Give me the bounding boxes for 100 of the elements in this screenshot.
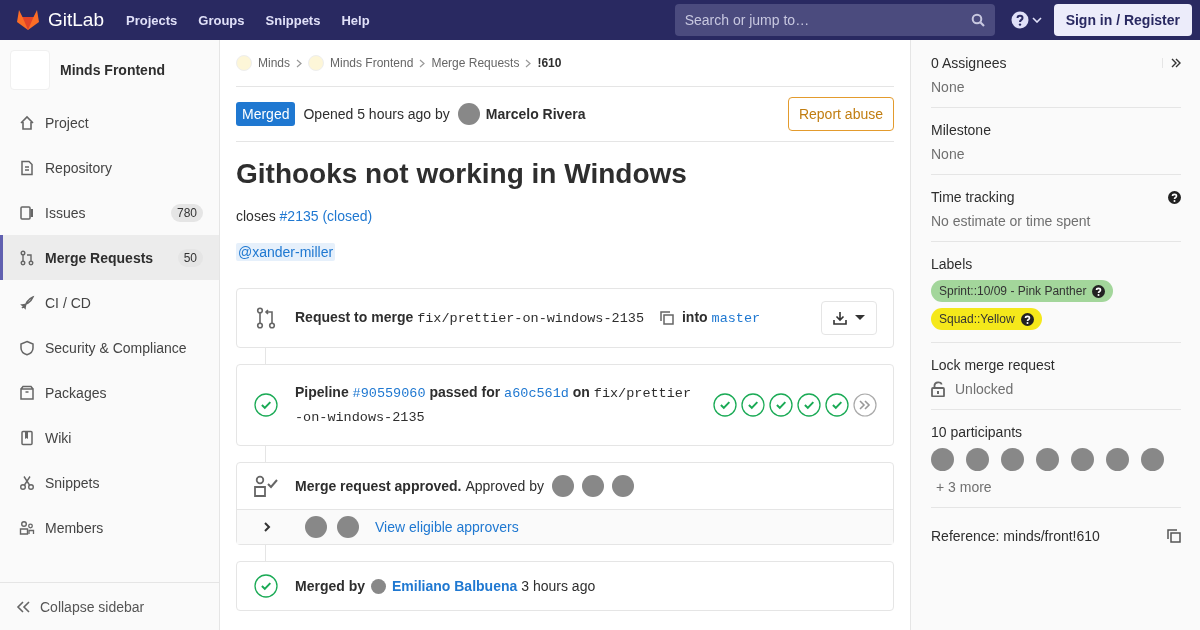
collapse-sidebar-button[interactable]: Collapse sidebar — [0, 582, 219, 630]
user-avatar[interactable] — [337, 516, 359, 538]
value-text: None — [931, 146, 966, 162]
check-circle-icon[interactable] — [769, 393, 793, 417]
copy-icon[interactable] — [660, 311, 674, 325]
user-avatar[interactable] — [305, 516, 327, 538]
section-title: Labels — [931, 256, 973, 272]
author-link[interactable]: Marcelo Rivera — [457, 103, 586, 125]
chevron-down-icon[interactable] — [1031, 17, 1042, 23]
shield-icon — [19, 339, 35, 356]
double-chevron-right-icon[interactable] — [1171, 58, 1181, 68]
section-title: Time tracking — [931, 189, 1015, 205]
sidebar-item[interactable]: Security & Compliance — [0, 325, 219, 370]
download-icon — [833, 311, 847, 325]
scissors-icon — [19, 474, 35, 491]
user-link[interactable]: Emiliano Balbuena — [371, 578, 518, 594]
merge-request-icon — [256, 307, 276, 329]
check-circle-icon[interactable] — [825, 393, 849, 417]
help-icon[interactable] — [1010, 11, 1029, 29]
check-circle-icon[interactable] — [713, 393, 737, 417]
user-avatar[interactable] — [582, 475, 604, 497]
check-circle-icon[interactable] — [797, 393, 821, 417]
chevron-right-icon — [525, 58, 532, 68]
sidebar-item[interactable]: CI / CD — [0, 280, 219, 325]
help-icon[interactable] — [1168, 190, 1181, 204]
user-avatar[interactable] — [931, 448, 954, 471]
check-circle-icon[interactable] — [741, 393, 765, 417]
user-check-icon — [253, 475, 279, 497]
sidebar-item[interactable]: Issues 780 — [0, 190, 219, 235]
people-icon — [19, 519, 35, 536]
document-icon — [19, 159, 35, 176]
merge-request-title: Githooks not working in Windows — [236, 158, 688, 190]
pipeline-text: Pipeline #90559060 passed for a60c561d on fix/prettier-on-windows-2135 — [295, 383, 692, 427]
user-avatar[interactable] — [612, 475, 634, 497]
label-tag[interactable]: Squad::Yellow — [931, 308, 1042, 330]
approval-text: Merge request approved. Approved by — [295, 477, 544, 496]
value-text: No estimate or time spent — [931, 213, 1092, 229]
search-field[interactable]: Search or jump to… — [674, 4, 995, 36]
merge-icon — [19, 249, 35, 266]
issue-link[interactable]: #2135 (closed) — [279, 208, 373, 224]
nav-link[interactable]: Snippets — [265, 12, 321, 28]
chevron-right-icon[interactable] — [263, 521, 271, 533]
gitlab-wordmark[interactable]: GitLab — [48, 9, 104, 31]
sidebar-item[interactable]: Snippets — [0, 460, 219, 505]
sidebar-item[interactable]: Merge Requests 50 — [0, 235, 219, 280]
merged-by-label: Merged by — [295, 577, 365, 596]
section-title: Lock merge request — [931, 357, 1055, 373]
label-tag[interactable]: Sprint::10/09 - Pink Panther — [931, 280, 1114, 302]
nav-link[interactable]: Help — [341, 12, 370, 28]
user-mention[interactable]: @xander-miller — [236, 243, 336, 261]
fox-logo-icon[interactable] — [16, 9, 40, 31]
user-avatar[interactable] — [1071, 448, 1094, 471]
search-icon — [970, 13, 985, 27]
user-avatar[interactable] — [966, 448, 989, 471]
check-circle-icon — [254, 393, 278, 417]
project-name[interactable]: Minds Frontend — [60, 62, 165, 78]
section-title: Milestone — [931, 122, 991, 138]
user-avatar[interactable] — [1106, 448, 1129, 471]
view-approvers-link[interactable]: View eligible approvers — [375, 519, 519, 535]
help-icon — [1020, 312, 1034, 326]
check-circle-icon — [254, 574, 278, 598]
description-text: closes #2135 (closed) — [236, 208, 374, 224]
reference-text: Reference: minds/front!610 — [931, 528, 1100, 544]
breadcrumb-link[interactable]: Minds Frontend — [308, 55, 414, 71]
more-participants-link[interactable]: + 3 more — [936, 479, 992, 495]
sidebar-item[interactable]: Wiki — [0, 415, 219, 460]
sign-in-button[interactable]: Sign in / Register — [1053, 4, 1192, 36]
count-badge: 780 — [170, 203, 203, 222]
breadcrumb-link[interactable]: Merge Requests — [431, 56, 520, 70]
help-icon — [1092, 284, 1106, 298]
chevron-right-icon — [296, 58, 302, 68]
package-icon — [19, 384, 35, 401]
double-chevron-left-icon — [16, 600, 30, 613]
rocket-icon — [19, 294, 35, 311]
chevron-right-icon — [419, 58, 426, 68]
user-avatar[interactable] — [1036, 448, 1059, 471]
time-text: 3 hours ago — [521, 578, 596, 594]
sidebar-item[interactable]: Project — [0, 100, 219, 145]
user-avatar[interactable] — [1141, 448, 1164, 471]
opened-text: Opened 5 hours ago by — [303, 106, 450, 122]
breadcrumb-link[interactable]: !610 — [537, 56, 562, 70]
group-avatar — [236, 55, 252, 71]
breadcrumb-link[interactable]: Minds — [236, 55, 290, 71]
user-avatar[interactable] — [552, 475, 574, 497]
copy-icon[interactable] — [1167, 529, 1181, 543]
merge-request-text: Request to merge fix/prettier-on-windows-2135 — [295, 308, 644, 328]
issues-icon — [19, 204, 35, 221]
value-text: None — [931, 79, 966, 95]
user-avatar — [457, 103, 480, 125]
user-avatar[interactable] — [1001, 448, 1024, 471]
nav-link[interactable]: Groups — [198, 12, 245, 28]
sidebar-item[interactable]: Packages — [0, 370, 219, 415]
report-abuse-button[interactable]: Report abuse — [787, 97, 894, 131]
section-title: 0 Assignees — [931, 55, 1007, 71]
sidebar-item[interactable]: Repository — [0, 145, 219, 190]
nav-link[interactable]: Projects — [126, 12, 178, 28]
lock-status-text: Unlocked — [955, 381, 1014, 397]
download-dropdown-button[interactable] — [821, 301, 877, 335]
sidebar-item[interactable]: Members — [0, 505, 219, 550]
target-branch-text: into master — [682, 308, 761, 328]
